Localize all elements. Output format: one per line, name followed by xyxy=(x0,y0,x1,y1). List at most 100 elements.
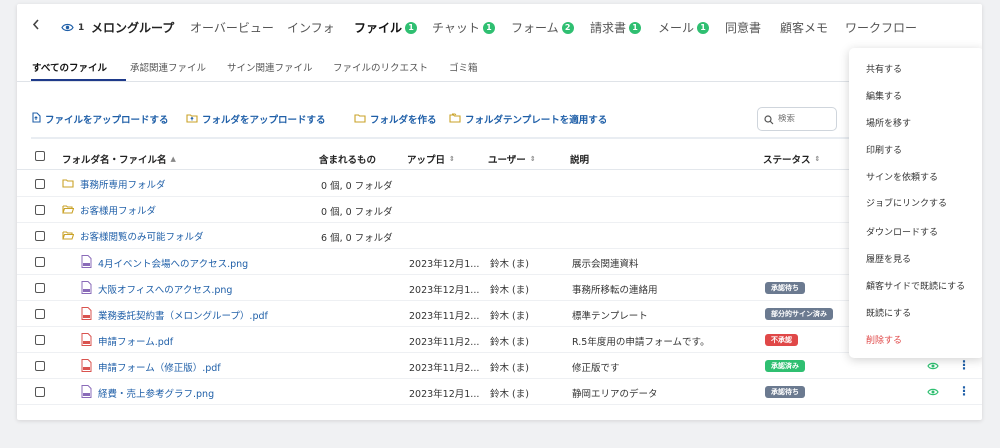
table-row[interactable]: 申請フォーム（修正版）.pdf 2023年11月2... 鈴木 (ま) 修正版で… xyxy=(17,353,982,379)
header-name[interactable]: フォルダ名・ファイル名 ▲ xyxy=(62,152,176,166)
search-box[interactable] xyxy=(757,107,837,131)
upload-file-icon xyxy=(31,112,41,126)
file-link[interactable]: 申請フォーム（修正版）.pdf xyxy=(81,359,221,375)
subtab-approval-files[interactable]: 承認関連ファイル xyxy=(130,60,206,74)
upload-date: 2023年11月2... xyxy=(409,337,480,348)
chevron-left-icon[interactable] xyxy=(32,19,41,33)
table-row[interactable]: 経費・売上参考グラフ.png 2023年12月1... 鈴木 (ま) 静岡エリア… xyxy=(17,379,982,405)
more-options-icon[interactable]: ⋮ xyxy=(958,359,970,371)
table-row[interactable]: お客様用フォルダ 0 個, 0 フォルダ xyxy=(17,197,982,223)
header-user[interactable]: ユーザー ⇕ xyxy=(488,152,536,166)
sort-asc-icon: ▲ xyxy=(170,155,176,163)
header-status-label: ステータス xyxy=(763,155,811,166)
tab-files[interactable]: ファイル 1 xyxy=(354,19,418,36)
menu-item-mark-read-customer[interactable]: 顧客サイドで既読にする xyxy=(866,279,965,292)
description: 事務所移転の連絡用 xyxy=(572,285,658,296)
menu-item-history[interactable]: 履歴を見る xyxy=(866,252,911,265)
row-checkbox[interactable] xyxy=(35,179,45,189)
table-header: フォルダ名・ファイル名 ▲ 含まれるもの アップ日 ⇕ ユーザー ⇕ 説明 ステータス… xyxy=(17,144,982,170)
row-checkbox[interactable] xyxy=(35,361,45,371)
subtab-file-requests[interactable]: ファイルのリクエスト xyxy=(333,60,428,74)
tab-badge: 1 xyxy=(482,21,495,34)
table-row[interactable]: 業務委託契約書（メロングループ）.pdf 2023年11月2... 鈴木 (ま)… xyxy=(17,301,982,327)
row-checkbox[interactable] xyxy=(35,309,45,319)
uploader: 鈴木 (ま) xyxy=(490,259,529,270)
tab-invoices[interactable]: 請求書 1 xyxy=(590,19,642,36)
header-description-label: 説明 xyxy=(570,155,590,166)
more-options-icon[interactable]: ⋮ xyxy=(958,385,970,397)
subtab-sign-files[interactable]: サイン関連ファイル xyxy=(227,60,313,74)
table-row[interactable]: 4月イベント会場へのアクセス.png 2023年12月1... 鈴木 (ま) 展… xyxy=(17,249,982,275)
select-all-checkbox[interactable] xyxy=(35,151,45,161)
tab-info[interactable]: インフォ xyxy=(287,19,335,36)
tab-badge: 1 xyxy=(697,21,710,34)
eye-icon[interactable] xyxy=(927,388,939,399)
tab-label: 同意書 xyxy=(725,21,762,35)
table-row[interactable]: 申請フォーム.pdf 2023年11月2... 鈴木 (ま) R.5年度用の申請… xyxy=(17,327,982,353)
tab-chat[interactable]: チャット 1 xyxy=(432,19,495,36)
viewer-indicator[interactable]: 1 xyxy=(61,21,84,35)
subtab-all-files[interactable]: すべてのファイル xyxy=(32,60,107,74)
search-input[interactable] xyxy=(778,114,836,124)
tab-label: オーバービュー xyxy=(190,21,274,35)
menu-item-print[interactable]: 印刷する xyxy=(866,143,902,156)
row-checkbox[interactable] xyxy=(35,231,45,241)
header-contains-label: 含まれるもの xyxy=(319,155,377,166)
apply-template-button[interactable]: フォルダテンプレートを適用する xyxy=(449,112,607,126)
file-link[interactable]: 4月イベント会場へのアクセス.png xyxy=(81,255,248,271)
folder-link[interactable]: お客様用フォルダ xyxy=(62,203,156,217)
group-name: メロングループ xyxy=(91,21,175,35)
menu-item-mark-read[interactable]: 既読にする xyxy=(866,306,911,319)
header-status[interactable]: ステータス ⇕ xyxy=(763,152,820,166)
description: 標準テンプレート xyxy=(572,311,648,322)
folder-icon xyxy=(62,178,74,191)
folder-link[interactable]: お客様閲覧のみ可能フォルダ xyxy=(62,229,204,243)
menu-item-request-sign[interactable]: サインを依頼する xyxy=(866,170,938,183)
tab-workflow[interactable]: ワークフロー xyxy=(845,19,917,36)
upload-folder-button[interactable]: フォルダをアップロードする xyxy=(186,112,326,126)
create-folder-button[interactable]: フォルダを作る xyxy=(354,112,437,126)
file-link[interactable]: 経費・売上参考グラフ.png xyxy=(81,385,214,401)
sort-icon: ⇕ xyxy=(814,155,821,163)
row-checkbox[interactable] xyxy=(35,283,45,293)
row-checkbox[interactable] xyxy=(35,387,45,397)
tab-consent[interactable]: 同意書 xyxy=(725,19,761,36)
row-checkbox[interactable] xyxy=(35,205,45,215)
file-name: 大阪オフィスへのアクセス.png xyxy=(98,285,233,296)
tab-overview[interactable]: オーバービュー xyxy=(190,19,274,36)
create-folder-label: フォルダを作る xyxy=(370,115,437,126)
table-row[interactable]: お客様閲覧のみ可能フォルダ 6 個, 0 フォルダ xyxy=(17,223,982,249)
menu-item-link-job[interactable]: ジョブにリンクする xyxy=(866,196,947,209)
menu-item-download[interactable]: ダウンロードする xyxy=(866,225,938,238)
tab-forms[interactable]: フォーム 2 xyxy=(511,19,574,36)
tab-label: チャット xyxy=(432,21,480,35)
file-name: 業務委託契約書（メロングループ）.pdf xyxy=(98,311,268,322)
folder-name: お客様閲覧のみ可能フォルダ xyxy=(80,232,204,243)
upload-file-button[interactable]: ファイルをアップロードする xyxy=(31,112,169,126)
subtab-trash[interactable]: ゴミ箱 xyxy=(449,60,478,74)
row-checkbox[interactable] xyxy=(35,335,45,345)
menu-item-delete[interactable]: 削除する xyxy=(866,333,902,346)
tab-label: 請求書 xyxy=(590,21,627,35)
row-checkbox[interactable] xyxy=(35,257,45,267)
menu-item-move[interactable]: 場所を移す xyxy=(866,116,911,129)
upload-date: 2023年11月2... xyxy=(409,363,480,374)
folder-link[interactable]: 事務所専用フォルダ xyxy=(62,177,166,191)
upload-date: 2023年12月1... xyxy=(409,285,480,296)
tab-mail[interactable]: メール 1 xyxy=(658,19,710,36)
table-row[interactable]: 大阪オフィスへのアクセス.png 2023年12月1... 鈴木 (ま) 事務所… xyxy=(17,275,982,301)
header-uploaded[interactable]: アップ日 ⇕ xyxy=(407,152,455,166)
viewer-count: 1 xyxy=(78,23,85,33)
file-link[interactable]: 申請フォーム.pdf xyxy=(81,333,173,349)
menu-item-edit[interactable]: 編集する xyxy=(866,89,902,102)
header-uploaded-label: アップ日 xyxy=(407,155,446,166)
description: 展示会関連資料 xyxy=(572,259,639,270)
table-row[interactable]: 事務所専用フォルダ 0 個, 0 フォルダ xyxy=(17,171,982,197)
description: 静岡エリアのデータ xyxy=(572,389,658,400)
eye-icon[interactable] xyxy=(927,362,939,373)
tab-customer-notes[interactable]: 顧客メモ xyxy=(780,19,828,36)
file-link[interactable]: 業務委託契約書（メロングループ）.pdf xyxy=(81,307,268,323)
file-subtabs: すべてのファイル 承認関連ファイル サイン関連ファイル ファイルのリクエスト ゴ… xyxy=(17,54,982,82)
menu-item-share[interactable]: 共有する xyxy=(866,62,902,75)
file-link[interactable]: 大阪オフィスへのアクセス.png xyxy=(81,281,232,297)
